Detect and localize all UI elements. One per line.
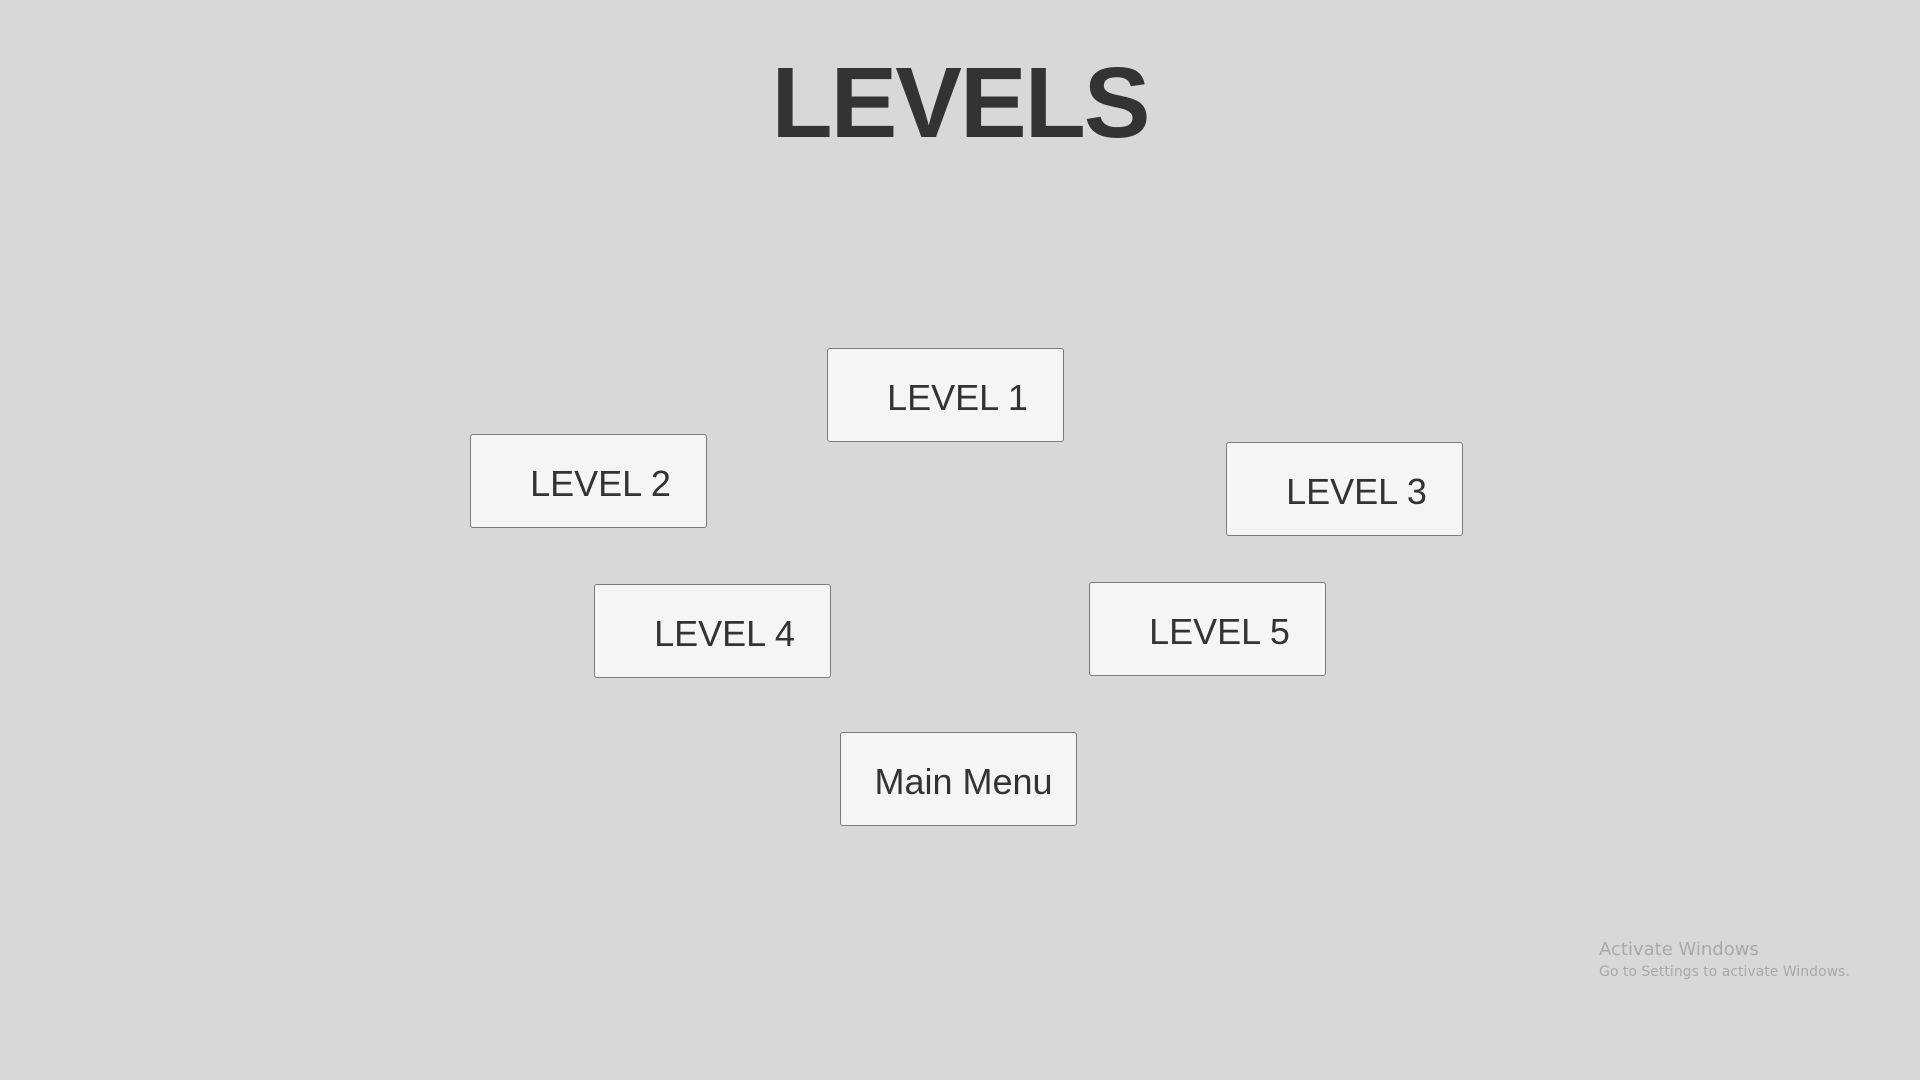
watermark-title: Activate Windows — [1599, 939, 1759, 960]
main-menu-button-label: Main Menu — [874, 761, 1053, 802]
level-2-button[interactable]: LEVEL 2 — [470, 434, 707, 528]
activate-windows-watermark: Activate Windows Go to Settings to activ… — [1599, 938, 1850, 982]
level-5-button-label: LEVEL 5 — [1149, 611, 1290, 652]
level-3-button-label: LEVEL 3 — [1286, 471, 1427, 512]
level-1-button-label: LEVEL 1 — [887, 377, 1028, 418]
page-title: LEVELS — [771, 47, 1151, 159]
level-4-button-label: LEVEL 4 — [654, 613, 795, 654]
level-2-button-label: LEVEL 2 — [530, 463, 671, 504]
level-5-button[interactable]: LEVEL 5 — [1089, 582, 1326, 676]
level-3-button[interactable]: LEVEL 3 — [1226, 442, 1463, 536]
watermark-subtitle: Go to Settings to activate Windows. — [1599, 964, 1850, 980]
level-1-button[interactable]: LEVEL 1 — [827, 348, 1064, 442]
main-menu-button[interactable]: Main Menu — [840, 732, 1077, 826]
level-4-button[interactable]: LEVEL 4 — [594, 584, 831, 678]
